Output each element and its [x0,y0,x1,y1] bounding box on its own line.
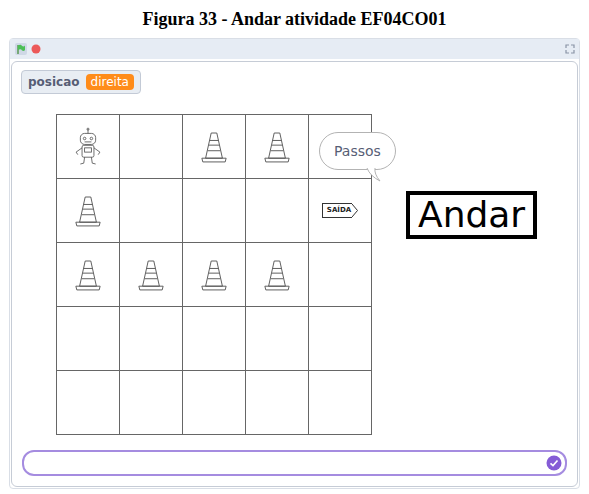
player-controls [10,39,579,59]
stage: posicao direita SAÍDA Passos Andar [11,61,578,487]
robot-icon[interactable] [71,125,105,169]
grid-cell [246,307,309,371]
speech-bubble: Passos [319,132,396,170]
grid-cell [183,179,246,243]
grid-cell [120,179,183,243]
grid-cell [309,371,372,435]
grid-cell [183,243,246,307]
variable-value: direita [86,74,134,90]
variable-name: posicao [28,75,80,89]
submit-check-icon[interactable] [546,455,562,471]
grid-cell [57,371,120,435]
traffic-cone-icon [74,258,102,292]
grid-cell [120,243,183,307]
traffic-cone-icon [74,194,102,228]
traffic-cone-icon [263,258,291,292]
grid-cell [309,243,372,307]
green-flag-icon[interactable] [14,42,28,56]
stop-icon[interactable] [31,44,41,54]
grid-cell [309,307,372,371]
grid-cell [57,307,120,371]
grid-cell [183,115,246,179]
exit-label: SAÍDA [322,203,352,218]
grid-cell [57,179,120,243]
page: Figura 33 - Andar atividade EF04CO01 pos… [0,0,589,494]
grid-cell [246,115,309,179]
fullscreen-icon[interactable] [565,44,575,54]
exit-sign: SAÍDA [322,203,358,218]
grid-cell [183,371,246,435]
scratch-player: posicao direita SAÍDA Passos Andar [9,38,580,489]
answer-input[interactable] [32,455,542,471]
grid-cell [246,371,309,435]
figure-caption: Figura 33 - Andar atividade EF04CO01 [0,0,589,38]
grid-cell [120,371,183,435]
grid-cell [57,115,120,179]
traffic-cone-icon [263,130,291,164]
exit-arrow-icon [352,203,358,218]
answer-field[interactable] [22,450,567,476]
grid-cell [120,307,183,371]
traffic-cone-icon [137,258,165,292]
andar-sprite[interactable]: Andar [406,191,537,239]
grid-cell: SAÍDA [309,179,372,243]
grid-cell [246,243,309,307]
grid-cell [57,243,120,307]
grid-cell [183,307,246,371]
grid-cell [120,115,183,179]
bubble-tail-icon [366,168,382,182]
grid-cell [246,179,309,243]
traffic-cone-icon [200,258,228,292]
variable-monitor: posicao direita [21,70,141,94]
traffic-cone-icon [200,130,228,164]
